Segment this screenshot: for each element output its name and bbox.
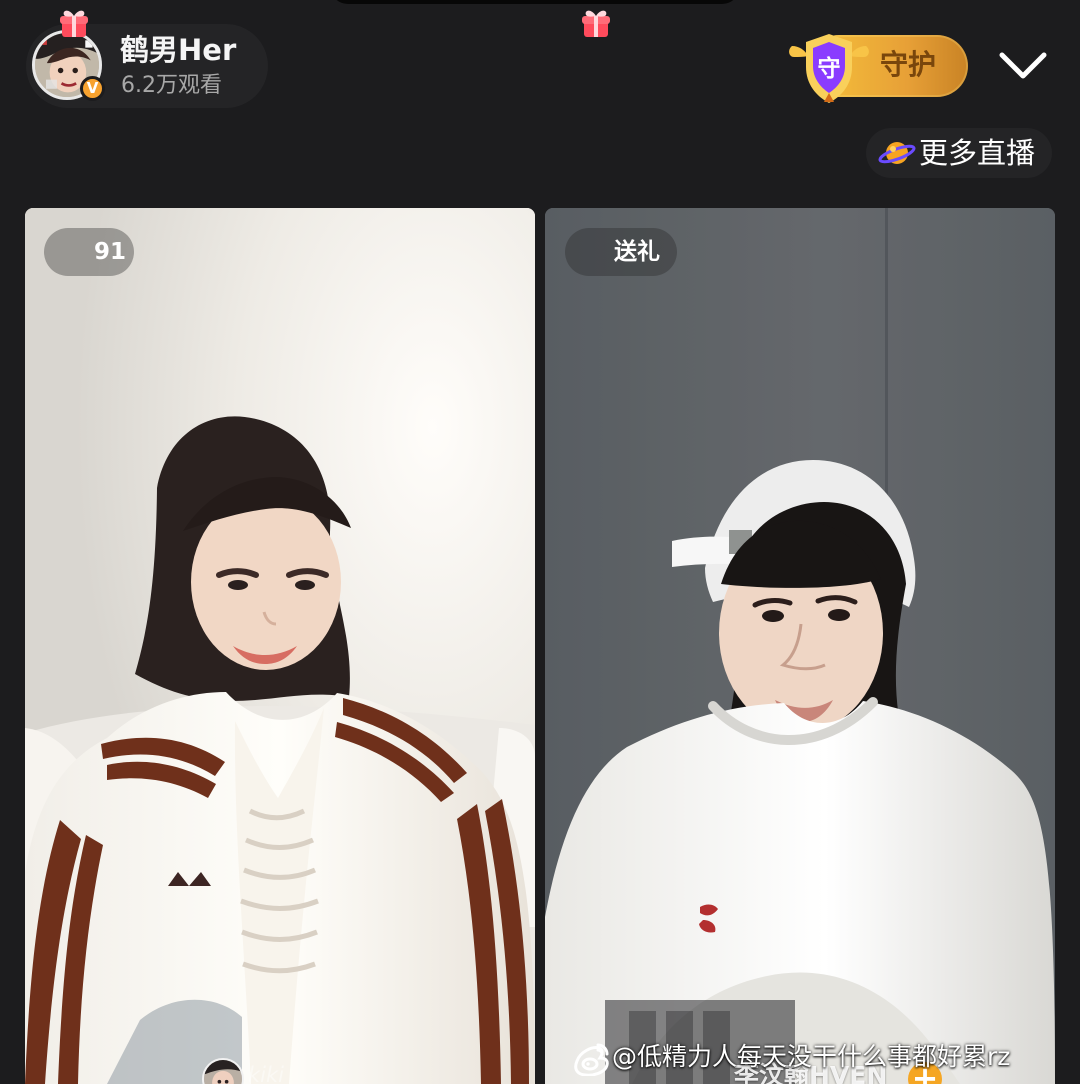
gift-count: 91 bbox=[94, 239, 127, 265]
more-live-label[interactable]: 更多直播 bbox=[919, 134, 1035, 172]
send-gift-label[interactable]: 送礼 bbox=[614, 236, 660, 268]
phone-notch bbox=[330, 0, 740, 4]
host-signature: kiki bbox=[248, 1063, 284, 1084]
verified-badge-icon: V bbox=[80, 76, 105, 101]
live-stream-screen: V 鹤男Her 6.2万观看 守 守护 更多直播 91 送礼 kiki 李汶翰H… bbox=[0, 0, 1080, 1084]
streamer-name[interactable]: 鹤男Her bbox=[120, 31, 236, 69]
host-small-avatar-image bbox=[204, 1060, 242, 1084]
guard-label[interactable]: 守护 bbox=[880, 46, 936, 84]
chevron-down-icon[interactable] bbox=[998, 45, 1048, 87]
viewer-count: 6.2万观看 bbox=[121, 73, 222, 98]
gift-icon bbox=[60, 10, 88, 37]
guard-badge-text: 守 bbox=[818, 55, 841, 82]
weibo-watermark-text: @低精力人每天没干什么事都好累rz bbox=[612, 1042, 1011, 1071]
host-video-panel[interactable] bbox=[25, 208, 535, 1084]
guard-shield-icon: 守 bbox=[789, 34, 869, 103]
host-video-image bbox=[25, 208, 535, 1084]
weibo-logo-icon bbox=[574, 1043, 609, 1076]
guest-video-image bbox=[545, 208, 1055, 1084]
guest-video-panel[interactable] bbox=[545, 208, 1055, 1084]
planet-icon bbox=[878, 142, 916, 164]
gift-icon bbox=[582, 10, 610, 37]
